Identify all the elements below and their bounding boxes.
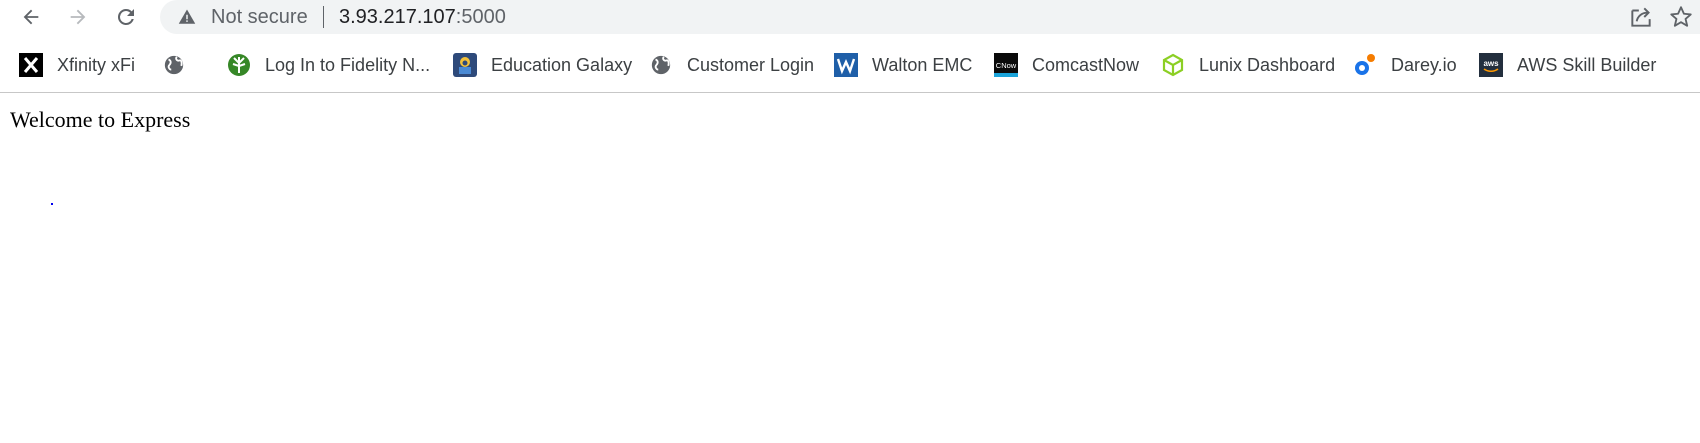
arrow-left-icon	[23, 9, 39, 25]
arrow-right-icon	[70, 9, 86, 25]
star-icon[interactable]	[1668, 4, 1694, 30]
bookmark-education-galaxy[interactable]: Education Galaxy	[453, 50, 632, 80]
browser-toolbar: Not secure 3.93.217.107:5000	[0, 0, 1700, 34]
reload-icon	[118, 9, 134, 25]
bookmark-label: AWS Skill Builder	[1517, 54, 1657, 75]
bookmark-fidelity[interactable]: Log In to Fidelity N...	[227, 50, 430, 80]
bookmark-label: ComcastNow	[1032, 54, 1140, 75]
bookmark-label: Darey.io	[1391, 54, 1457, 75]
globe-icon	[649, 53, 673, 77]
warning-triangle-icon[interactable]	[178, 8, 196, 26]
bookmark-xfinity[interactable]: Xfinity xFi	[19, 50, 135, 80]
address-bar[interactable]: Not secure 3.93.217.107:5000	[160, 0, 1700, 34]
bookmark-walton-emc[interactable]: Walton EMC	[834, 50, 972, 80]
globe-icon	[162, 53, 186, 77]
url-host: 3.93.217.107	[339, 6, 456, 28]
cnow-icon: CNow	[994, 53, 1018, 77]
forward-button[interactable]	[63, 2, 93, 32]
url-port: :5000	[455, 6, 506, 28]
xfinity-x-icon	[19, 53, 43, 77]
bookmark-aws-skill-builder[interactable]: aws AWS Skill Builder	[1479, 50, 1656, 80]
bookmark-customer-login[interactable]: Customer Login	[649, 50, 814, 80]
bookmark-comcastnow[interactable]: CNow ComcastNow	[994, 50, 1139, 80]
back-button[interactable]	[16, 2, 46, 32]
bookmark-label: Lunix Dashboard	[1199, 54, 1336, 75]
url-text[interactable]: 3.93.217.107:5000	[339, 6, 506, 28]
bookmark-globe[interactable]	[162, 50, 186, 80]
toolbar-divider	[0, 92, 1700, 93]
bookmark-label: Xfinity xFi	[57, 54, 136, 75]
bookmark-darey[interactable]: Darey.io	[1353, 50, 1457, 80]
darey-icon	[1353, 53, 1377, 77]
bookmark-label: Education Galaxy	[491, 54, 633, 75]
fidelity-tree-icon	[227, 53, 251, 77]
bookmark-lunix-dashboard[interactable]: Lunix Dashboard	[1161, 50, 1335, 80]
svg-text:aws: aws	[1483, 59, 1499, 68]
share-icon[interactable]	[1628, 4, 1654, 30]
url-separator	[323, 6, 324, 28]
lunix-cube-icon	[1161, 53, 1185, 77]
link-dot[interactable]	[51, 203, 53, 205]
bookmark-label: Customer Login	[687, 54, 815, 75]
education-galaxy-icon	[453, 53, 477, 77]
bookmark-label: Walton EMC	[872, 54, 973, 75]
aws-icon: aws	[1479, 53, 1503, 77]
bookmark-label: Log In to Fidelity N...	[265, 54, 431, 75]
bookmarks-bar: Xfinity xFi Log In to Fidelity N... Educ…	[0, 42, 1700, 88]
page-title: Welcome to Express	[10, 107, 191, 132]
walton-w-icon	[834, 53, 858, 77]
svg-text:CNow: CNow	[996, 61, 1017, 70]
security-label[interactable]: Not secure	[211, 6, 308, 28]
reload-button[interactable]	[111, 2, 141, 32]
